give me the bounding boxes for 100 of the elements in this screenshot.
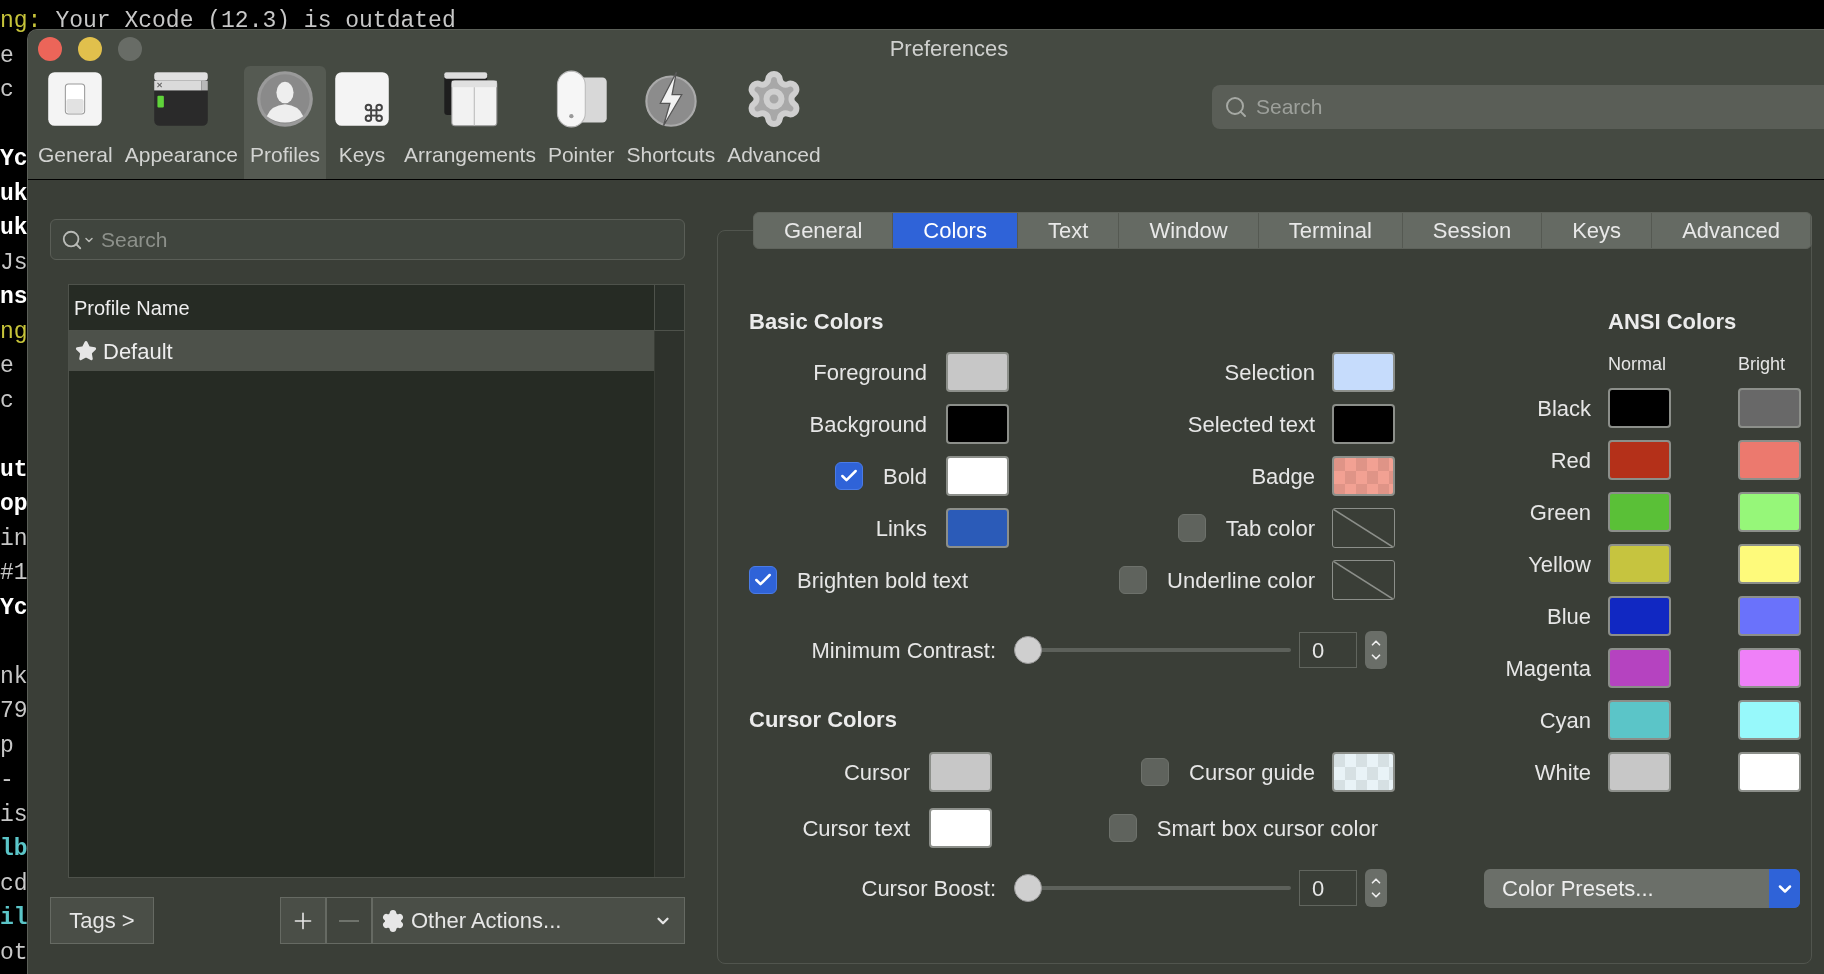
color-well[interactable] — [1608, 492, 1671, 532]
checkbox[interactable] — [1108, 814, 1137, 842]
color-well[interactable] — [1608, 752, 1671, 792]
color-well[interactable] — [1608, 388, 1671, 428]
value-field[interactable]: 0 — [1299, 632, 1357, 668]
color-well[interactable] — [946, 404, 1009, 444]
slider-label: Cursor Boost: — [860, 874, 996, 903]
search-field[interactable]: Search — [50, 219, 685, 260]
tab[interactable]: Text — [1017, 213, 1120, 248]
stepper[interactable] — [1365, 631, 1387, 669]
profile-row[interactable]: Default — [69, 331, 654, 371]
toolbar-item[interactable]: Appearance — [118, 66, 244, 179]
terminal-text: lb — [0, 835, 28, 864]
setting-label: Cursor — [844, 758, 910, 787]
color-label: Cyan — [1538, 706, 1591, 735]
other-actions-dropdown[interactable]: Other Actions... — [372, 897, 685, 944]
terminal-text: #1 — [0, 559, 28, 588]
checkbox[interactable] — [834, 462, 863, 490]
empty-color-well[interactable] — [1332, 560, 1395, 600]
toolbar-item[interactable]: Shortcuts — [620, 66, 722, 179]
toolbar-item[interactable]: Arrangements — [398, 66, 542, 179]
color-label: Red — [1549, 446, 1591, 475]
color-well[interactable] — [1608, 648, 1671, 688]
tab[interactable]: Colors — [893, 213, 1018, 248]
tab[interactable]: Terminal — [1258, 213, 1403, 248]
color-well[interactable] — [1738, 648, 1801, 688]
setting-label: Smart box cursor color — [1156, 814, 1378, 843]
setting-label: Tab color — [1225, 514, 1315, 543]
color-label: Black — [1536, 394, 1591, 423]
tags-button[interactable]: Tags > — [50, 897, 154, 944]
toolbar-item[interactable]: Profiles — [244, 66, 326, 179]
toolbar-item[interactable]: Pointer — [541, 66, 621, 179]
color-well[interactable] — [1332, 752, 1395, 792]
color-well[interactable] — [1332, 352, 1395, 392]
slider-track[interactable] — [1014, 636, 1291, 664]
color-well[interactable] — [1738, 700, 1801, 740]
color-label: Magenta — [1504, 654, 1591, 683]
color-well[interactable] — [1608, 596, 1671, 636]
color-label: White — [1533, 758, 1591, 787]
toolbar-item[interactable]: Keys — [326, 66, 398, 179]
terminal-text: il — [0, 904, 28, 933]
color-well[interactable] — [946, 508, 1009, 548]
person-icon — [255, 69, 315, 129]
value-field[interactable]: 0 — [1299, 870, 1357, 906]
close-button[interactable] — [38, 37, 62, 61]
color-well[interactable] — [1738, 492, 1801, 532]
terminal-text: 79 — [0, 697, 28, 726]
color-well[interactable] — [929, 808, 992, 848]
terminal-text: ng: — [0, 7, 42, 36]
color-well[interactable] — [1608, 700, 1671, 740]
tab[interactable]: Session — [1402, 213, 1543, 248]
slider-thumb[interactable] — [1014, 636, 1042, 664]
slider-thumb[interactable] — [1014, 874, 1042, 902]
column-header[interactable]: Profile Name — [69, 292, 654, 323]
terminal-text: in — [0, 524, 28, 554]
gear-icon — [381, 908, 405, 933]
color-well[interactable] — [1608, 544, 1671, 584]
color-well[interactable] — [1738, 596, 1801, 636]
setting-label: Badge — [1251, 462, 1315, 491]
color-well[interactable] — [1738, 388, 1801, 428]
slider-track[interactable] — [1014, 874, 1291, 902]
section-heading: ANSI Colors — [1608, 307, 1737, 336]
color-well[interactable] — [946, 352, 1009, 392]
terminal-text: Yc — [0, 593, 28, 623]
tab[interactable]: Window — [1119, 213, 1259, 248]
column-header: Bright — [1738, 352, 1786, 376]
terminal-text: ng — [0, 317, 28, 347]
color-well[interactable] — [1738, 440, 1801, 480]
terminal-text: Your Xcode (12.3) is outdated — [55, 7, 456, 36]
color-well[interactable] — [929, 752, 992, 792]
color-well[interactable] — [1738, 544, 1801, 584]
terminal-text: c — [0, 386, 14, 416]
window-title: Preferences — [888, 34, 1009, 63]
color-well[interactable] — [1738, 752, 1801, 792]
color-well[interactable] — [1332, 456, 1395, 496]
section-heading: Cursor Colors — [749, 705, 897, 734]
color-well[interactable] — [1332, 404, 1395, 444]
toolbar-item[interactable]: Advanced — [721, 66, 827, 179]
toolbar-item[interactable]: General — [32, 66, 119, 179]
tab[interactable]: Keys — [1542, 213, 1653, 248]
terminal-text: ns — [0, 283, 28, 312]
stepper[interactable] — [1365, 869, 1387, 907]
empty-color-well[interactable] — [1332, 508, 1395, 548]
color-well[interactable] — [946, 456, 1009, 496]
minimize-button[interactable] — [78, 37, 102, 61]
zoom-button[interactable] — [118, 37, 142, 61]
search-icon — [1224, 95, 1248, 119]
checkbox[interactable] — [1141, 758, 1170, 786]
checkbox[interactable] — [1177, 514, 1206, 542]
color-well[interactable] — [1608, 440, 1671, 480]
add-button[interactable] — [280, 897, 326, 944]
color-label: Blue — [1545, 602, 1591, 631]
checkbox[interactable] — [1119, 566, 1148, 594]
tab[interactable]: Advanced — [1652, 213, 1811, 248]
checkbox[interactable] — [749, 566, 777, 594]
color-presets-dropdown[interactable]: Color Presets... — [1484, 869, 1800, 908]
search-icon — [61, 228, 95, 251]
terminal-text: Yc — [0, 145, 28, 174]
setting-label: Background — [809, 410, 927, 439]
setting-label: Cursor guide — [1189, 758, 1315, 787]
